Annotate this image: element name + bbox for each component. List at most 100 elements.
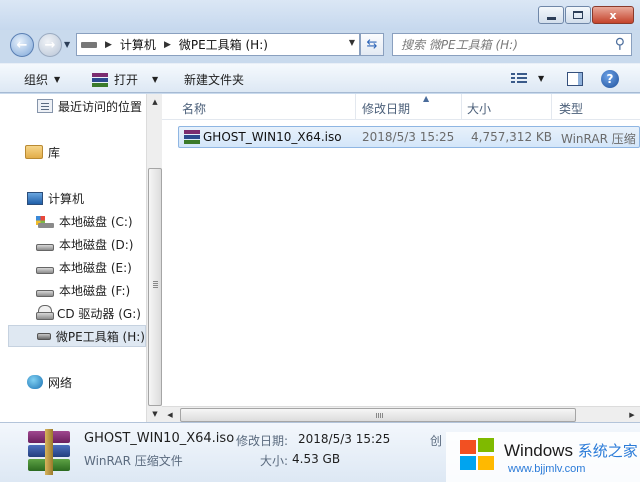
title-bar: x xyxy=(0,0,640,30)
file-size: 4,757,312 KB xyxy=(471,130,552,144)
change-view-button[interactable] xyxy=(511,73,527,85)
file-list-horizontal-scrollbar[interactable]: ◀ ▶ xyxy=(162,406,640,422)
navigation-pane-scrollbar[interactable]: ▲ ▼ xyxy=(146,94,162,422)
search-icon[interactable]: ⚲ xyxy=(615,36,625,52)
file-list: ▲ 名称 修改日期 大小 类型 GHOST_WIN10_X64.iso 2018… xyxy=(162,94,640,422)
nav-item-label: 最近访问的位置 xyxy=(58,99,143,114)
breadcrumb-drive-h[interactable]: 微PE工具箱 (H:) xyxy=(179,36,268,53)
column-header-size[interactable]: 大小 xyxy=(467,100,491,117)
cd-drive-icon xyxy=(36,305,54,321)
nav-item-label: CD 驱动器 (G:) xyxy=(57,306,141,321)
minimize-button[interactable] xyxy=(538,6,564,24)
winrar-archive-large-icon xyxy=(28,429,70,475)
help-button[interactable]: ? xyxy=(601,70,619,88)
watermark-title-text: Windows xyxy=(504,441,573,460)
search-input[interactable] xyxy=(401,37,601,52)
details-modified-value: 2018/5/3 15:25 xyxy=(298,432,391,446)
library-icon xyxy=(25,145,43,159)
nav-item-drive-f[interactable]: 本地磁盘 (F:) xyxy=(36,279,130,301)
scroll-up-arrow-icon[interactable]: ▲ xyxy=(147,94,163,110)
usb-drive-icon xyxy=(37,332,51,340)
refresh-button[interactable]: ⇆ xyxy=(360,33,384,56)
file-row[interactable]: GHOST_WIN10_X64.iso 2018/5/3 15:25 4,757… xyxy=(178,126,640,148)
windows-logo-icon xyxy=(454,434,498,472)
forward-arrow-icon: → xyxy=(44,37,56,53)
column-header-row: ▲ 名称 修改日期 大小 类型 xyxy=(162,94,640,120)
minimize-icon xyxy=(546,16,556,20)
search-box[interactable]: ⚲ xyxy=(392,33,632,56)
chevron-right-icon[interactable]: ▶ xyxy=(164,40,171,50)
recent-pages-dropdown[interactable]: ▼ xyxy=(64,40,70,49)
refresh-icon: ⇆ xyxy=(366,37,378,52)
nav-item-label: 库 xyxy=(48,145,61,160)
close-icon: x xyxy=(609,8,617,22)
scrollbar-thumb[interactable] xyxy=(180,408,576,422)
column-divider[interactable] xyxy=(551,94,552,120)
explorer-content: 最近访问的位置 库 计算机 本地磁盘 (C:) 本地磁盘 (D:) 本地磁盘 (… xyxy=(0,94,640,422)
file-modified-date: 2018/5/3 15:25 xyxy=(362,130,455,144)
chevron-right-icon[interactable]: ▶ xyxy=(105,40,112,50)
watermark: Windows 系统之家 www.bjjmlv.com xyxy=(446,432,640,482)
column-divider[interactable] xyxy=(355,94,356,120)
preview-pane-button[interactable] xyxy=(567,72,583,86)
nav-item-network[interactable]: 网络 xyxy=(27,371,72,393)
nav-item-label: 本地磁盘 (C:) xyxy=(59,214,133,229)
nav-item-label: 计算机 xyxy=(48,191,85,206)
address-bar[interactable]: ▶ 计算机 ▶ 微PE工具箱 (H:) ▼ xyxy=(76,33,360,56)
nav-item-label: 微PE工具箱 (H:) xyxy=(55,329,145,344)
back-arrow-icon: ← xyxy=(16,37,28,53)
command-toolbar: 组织 ▼ 打开 ▼ 新建文件夹 ▼ ? xyxy=(0,63,640,93)
watermark-title: Windows 系统之家 xyxy=(504,440,638,461)
close-button[interactable]: x xyxy=(592,6,634,24)
column-divider[interactable] xyxy=(461,94,462,120)
nav-item-cd-drive-g[interactable]: CD 驱动器 (G:) xyxy=(36,302,141,324)
nav-item-drive-c[interactable]: 本地磁盘 (C:) xyxy=(36,210,133,232)
forward-button[interactable]: → xyxy=(38,33,62,57)
details-size-label: 大小: xyxy=(260,454,289,468)
help-icon: ? xyxy=(606,72,614,86)
network-icon xyxy=(27,375,43,389)
details-file-type: WinRAR 压缩文件 xyxy=(84,454,183,468)
winrar-archive-icon xyxy=(184,130,200,144)
system-drive-icon xyxy=(36,214,54,228)
nav-item-drive-d[interactable]: 本地磁盘 (D:) xyxy=(36,233,133,255)
open-button[interactable]: 打开 ▼ xyxy=(92,71,158,88)
scrollbar-thumb[interactable] xyxy=(148,168,162,406)
breadcrumb-computer[interactable]: 计算机 xyxy=(120,36,156,53)
column-header-name[interactable]: 名称 xyxy=(182,100,206,117)
open-label: 打开 xyxy=(114,73,139,87)
hard-drive-icon xyxy=(36,266,54,274)
nav-item-computer[interactable]: 计算机 xyxy=(27,187,84,209)
navigation-bar: ← → ▼ ▶ 计算机 ▶ 微PE工具箱 (H:) ▼ ⇆ ⚲ xyxy=(0,30,640,60)
column-header-type[interactable]: 类型 xyxy=(559,100,583,117)
maximize-button[interactable] xyxy=(565,6,591,24)
winrar-icon xyxy=(92,72,108,87)
organize-menu-button[interactable]: 组织 ▼ xyxy=(24,71,60,88)
file-name: GHOST_WIN10_X64.iso xyxy=(203,130,342,144)
navigation-pane: 最近访问的位置 库 计算机 本地磁盘 (C:) 本地磁盘 (D:) 本地磁盘 (… xyxy=(0,94,146,422)
watermark-url: www.bjjmlv.com xyxy=(508,463,586,475)
scroll-left-arrow-icon[interactable]: ◀ xyxy=(162,407,178,423)
window-controls: x xyxy=(538,6,634,24)
column-header-modified[interactable]: 修改日期 xyxy=(362,100,410,117)
view-options-dropdown[interactable]: ▼ xyxy=(538,74,544,83)
recent-places-icon xyxy=(37,99,53,113)
address-history-dropdown[interactable]: ▼ xyxy=(349,38,355,47)
watermark-title-suffix: 系统之家 xyxy=(577,443,638,460)
nav-item-drive-e[interactable]: 本地磁盘 (E:) xyxy=(36,256,132,278)
back-button[interactable]: ← xyxy=(10,33,34,57)
new-folder-label: 新建文件夹 xyxy=(184,73,245,87)
scroll-right-arrow-icon[interactable]: ▶ xyxy=(624,407,640,423)
new-folder-button[interactable]: 新建文件夹 xyxy=(184,71,244,88)
details-file-name: GHOST_WIN10_X64.iso xyxy=(84,431,235,446)
nav-item-libraries[interactable]: 库 xyxy=(25,141,60,163)
details-size-value: 4.53 GB xyxy=(292,452,341,466)
hard-drive-icon xyxy=(36,289,54,297)
scroll-down-arrow-icon[interactable]: ▼ xyxy=(147,406,163,422)
nav-item-label: 本地磁盘 (E:) xyxy=(59,260,132,275)
nav-item-drive-h[interactable]: 微PE工具箱 (H:) xyxy=(8,325,146,347)
chevron-down-icon[interactable]: ▼ xyxy=(152,75,158,84)
nav-item-recent-places[interactable]: 最近访问的位置 xyxy=(37,95,142,117)
file-type: WinRAR 压缩 xyxy=(561,132,636,146)
hard-drive-icon xyxy=(36,243,54,251)
